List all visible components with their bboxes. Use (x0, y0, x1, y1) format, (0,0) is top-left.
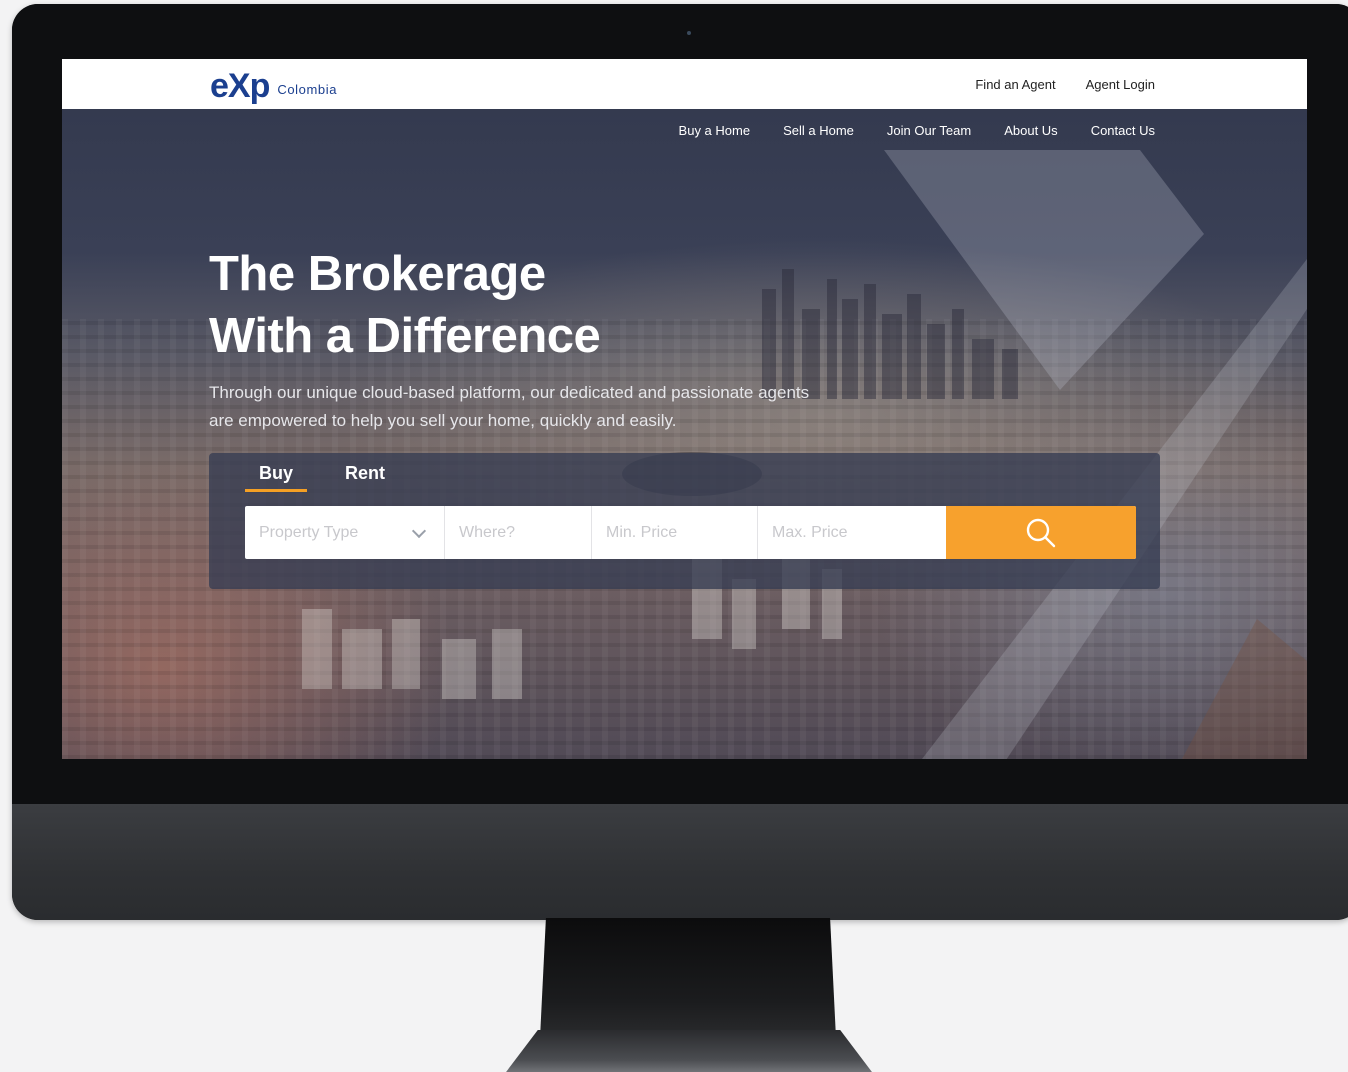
min-price-placeholder: Min. Price (606, 523, 678, 541)
search-button[interactable] (946, 506, 1136, 559)
where-placeholder: Where? (459, 523, 516, 541)
top-bar: eXp Colombia Find an Agent Agent Login (62, 59, 1307, 109)
find-agent-link[interactable]: Find an Agent (975, 77, 1055, 92)
search-panel: Buy Rent Property Type Where? Min. Price… (209, 453, 1160, 589)
monitor-stand (540, 918, 836, 1038)
hero-subtitle: Through our unique cloud-based platform,… (209, 379, 849, 435)
exp-logo-mark: eXp (210, 67, 270, 105)
screen: eXp Colombia Find an Agent Agent Login B… (62, 59, 1307, 759)
hero-title: The Brokerage With a Difference (209, 243, 601, 367)
camera-icon (687, 31, 691, 35)
hero-title-line1: The Brokerage (209, 247, 546, 301)
monitor-stand-base (500, 1030, 878, 1072)
main-nav: Buy a Home Sell a Home Join Our Team Abo… (679, 123, 1155, 138)
search-tabs: Buy Rent (245, 463, 399, 492)
hero-subtitle-line2: are empowered to help you sell your home… (209, 411, 677, 430)
chevron-down-icon (411, 523, 427, 538)
nav-buy-home[interactable]: Buy a Home (679, 123, 751, 138)
hero-title-line2: With a Difference (209, 309, 601, 363)
monitor-chin (12, 804, 1348, 920)
where-input[interactable]: Where? (445, 506, 592, 559)
max-price-input[interactable]: Max. Price (758, 506, 946, 559)
nav-sell-home[interactable]: Sell a Home (783, 123, 854, 138)
hero-subtitle-line1: Through our unique cloud-based platform,… (209, 383, 810, 402)
hero: Buy a Home Sell a Home Join Our Team Abo… (62, 109, 1307, 759)
nav-join-team[interactable]: Join Our Team (887, 123, 971, 138)
top-links: Find an Agent Agent Login (975, 77, 1155, 92)
logo-subtitle: Colombia (277, 81, 338, 97)
min-price-input[interactable]: Min. Price (592, 506, 758, 559)
agent-login-link[interactable]: Agent Login (1086, 77, 1155, 92)
search-form: Property Type Where? Min. Price Max. Pri… (245, 506, 1136, 559)
tab-rent[interactable]: Rent (331, 463, 399, 492)
nav-about-us[interactable]: About Us (1004, 123, 1057, 138)
logo[interactable]: eXp Colombia (210, 69, 337, 103)
property-type-placeholder: Property Type (259, 523, 359, 541)
max-price-placeholder: Max. Price (772, 523, 848, 541)
property-type-select[interactable]: Property Type (245, 506, 445, 559)
nav-contact-us[interactable]: Contact Us (1091, 123, 1155, 138)
search-icon (1026, 518, 1056, 547)
tab-buy[interactable]: Buy (245, 463, 308, 492)
